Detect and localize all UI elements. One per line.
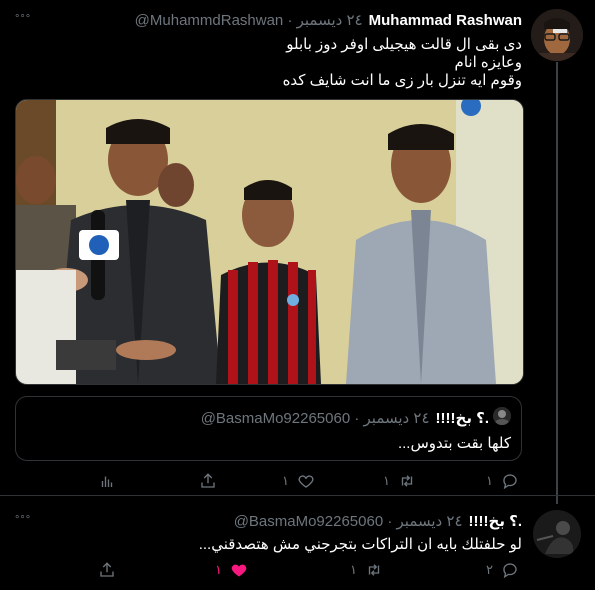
analytics-icon — [101, 476, 113, 487]
thread-line — [556, 62, 558, 504]
quote-avatar-photo — [493, 407, 511, 425]
reply-button[interactable]: ٢ — [486, 561, 519, 579]
reply-count: ١ — [486, 473, 493, 488]
share-icon — [100, 562, 114, 577]
quote-author-name: !!!!؟ بخ. — [435, 410, 489, 427]
tweet-header: !!!!؟ بخ. @BasmaMo92265060 · ٢٤ ديسمبر — [234, 512, 522, 530]
tweet-media-image[interactable] — [15, 99, 524, 385]
analytics-button[interactable] — [98, 472, 116, 490]
share-icon — [201, 473, 215, 488]
author-name[interactable]: !!!!؟ بخ. — [469, 512, 522, 530]
quoted-tweet-card[interactable]: !!!!؟ بخ. @BasmaMo92265060 · ٢٤ ديسمبر ك… — [15, 396, 522, 461]
photo-three-men — [16, 100, 523, 384]
tweet-menu-button[interactable]: °°° — [15, 13, 31, 25]
like-count: ١ — [282, 473, 289, 488]
reply-count: ٢ — [486, 562, 493, 577]
reply-icon — [503, 563, 517, 579]
avatar[interactable] — [531, 9, 583, 61]
tweet-menu-button[interactable]: °°° — [15, 514, 31, 526]
avatar-photo — [533, 510, 581, 558]
like-button[interactable]: ١ — [282, 472, 315, 490]
retweet-button[interactable]: ١ — [383, 472, 416, 490]
share-button[interactable] — [199, 472, 217, 490]
heart-filled-icon — [231, 564, 247, 577]
retweet-icon — [368, 564, 380, 576]
reply-icon — [503, 474, 517, 490]
tweet-divider — [0, 495, 595, 496]
retweet-button[interactable]: ١ — [350, 561, 383, 579]
quote-handle-date: @BasmaMo92265060 · ٢٤ ديسمبر — [200, 410, 430, 427]
quote-body: كلها بقت بتدوس... — [397, 435, 511, 452]
reply-button[interactable]: ١ — [486, 472, 519, 490]
tweet-header: Muhammad Rashwan @MuhammdRashwan · ٢٤ دي… — [135, 11, 522, 29]
share-button[interactable] — [98, 561, 116, 579]
retweet-count: ١ — [350, 562, 357, 577]
like-button-active[interactable]: ١ — [215, 561, 248, 579]
heart-icon — [298, 475, 314, 488]
like-count: ١ — [215, 562, 222, 577]
author-handle-date[interactable]: @BasmaMo92265060 · ٢٤ ديسمبر — [234, 512, 463, 530]
author-handle-date[interactable]: @MuhammdRashwan · ٢٤ ديسمبر — [135, 11, 363, 29]
tweet-body-line: دى بقى ال قالت هيجيلى اوفر دوز بابلو — [286, 36, 522, 53]
avatar[interactable] — [533, 510, 581, 558]
tweet-body-line: وعايزه انام — [454, 54, 522, 71]
avatar-photo — [531, 9, 583, 61]
retweet-count: ١ — [383, 473, 390, 488]
tweet-body: لو حلفتلك بايه ان التراكات بتجرجني مش هت… — [198, 536, 522, 553]
quote-header: !!!!؟ بخ. @BasmaMo92265060 · ٢٤ ديسمبر — [201, 409, 489, 427]
quote-avatar — [493, 407, 511, 425]
author-name[interactable]: Muhammad Rashwan — [369, 12, 522, 29]
retweet-icon — [401, 475, 413, 487]
tweet-body-line: وقوم ايه تنزل بار زى ما انت شايف كده — [282, 72, 522, 89]
